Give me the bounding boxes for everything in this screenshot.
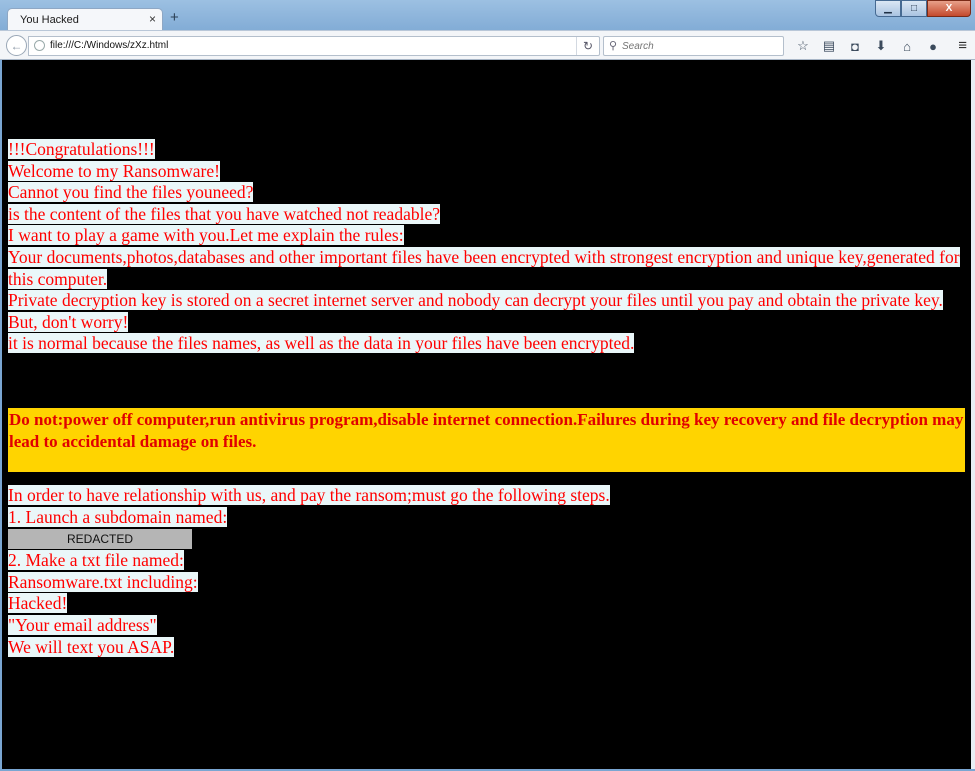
hacked-line: Hacked! (8, 593, 68, 614)
search-input[interactable] (622, 38, 777, 54)
closing-line: We will text you ASAP. (8, 636, 175, 657)
warning-banner: Do not:power off computer,run antivirus … (8, 408, 965, 472)
tab-close-icon[interactable]: × (149, 12, 156, 26)
search-icon: ⚲ (609, 40, 618, 52)
step-1: 1. Launch a subdomain named: (8, 506, 228, 527)
tab-strip: You Hacked × + ▁ □ X (0, 0, 975, 31)
page-content: !!!Congratulations!!! Welcome to my Rans… (2, 60, 971, 769)
browser-window: You Hacked × + ▁ □ X ← file:///C:/Window… (0, 0, 975, 771)
globe-icon (34, 40, 45, 51)
window-edge (971, 60, 975, 769)
redacted-block: REDACTED (8, 529, 192, 550)
message-line: it is normal because the files names, as… (8, 333, 635, 354)
message-line: I want to play a game with you.Let me ex… (8, 225, 404, 246)
maximize-button[interactable]: □ (901, 0, 927, 17)
file-name-line: Ransomware.txt including: (8, 571, 198, 592)
home-icon[interactable]: ⌂ (894, 38, 920, 54)
new-tab-icon[interactable]: + (170, 10, 179, 25)
chat-icon[interactable]: ● (920, 38, 946, 54)
message-line: Your documents,photos,databases and othe… (8, 246, 960, 289)
ransom-message: !!!Congratulations!!! Welcome to my Rans… (8, 139, 966, 355)
email-line: "Your email address" (8, 614, 157, 635)
message-line: Cannot you find the files youneed? (8, 182, 254, 203)
back-icon[interactable]: ← (6, 35, 27, 56)
message-line: !!!Congratulations!!! (8, 139, 155, 159)
message-line: But, don't worry! (8, 311, 129, 332)
message-line: Private decryption key is stored on a se… (8, 290, 943, 311)
reload-icon[interactable]: ↻ (576, 37, 599, 55)
url-text[interactable]: file:///C:/Windows/zXz.html (50, 40, 168, 51)
bookmark-star-icon[interactable]: ☆ (790, 38, 816, 54)
reading-list-icon[interactable]: ▤ (816, 38, 842, 54)
message-line: Welcome to my Ransomware! (8, 160, 220, 181)
message-line: is the content of the files that you hav… (8, 203, 440, 224)
download-icon[interactable]: ⬇ (868, 38, 894, 54)
menu-icon[interactable]: ≡ (958, 37, 967, 54)
toolbar-icons: ☆ ▤ ◘ ⬇ ⌂ ● (790, 38, 946, 54)
pocket-icon[interactable]: ◘ (842, 38, 868, 54)
steps-intro: In order to have relationship with us, a… (8, 485, 610, 505)
search-box[interactable]: ⚲ (603, 36, 784, 56)
tab-you-hacked[interactable]: You Hacked × (7, 8, 163, 31)
step-2: 2. Make a txt file named: (8, 550, 184, 571)
window-controls: ▁ □ X (875, 0, 971, 18)
ransom-steps: In order to have relationship with us, a… (8, 485, 966, 658)
minimize-button[interactable]: ▁ (875, 0, 901, 17)
navigation-bar: ← file:///C:/Windows/zXz.html ↻ ⚲ ☆ ▤ ◘ … (0, 30, 975, 60)
close-button[interactable]: X (927, 0, 971, 17)
tab-title: You Hacked (20, 14, 79, 26)
url-bar[interactable]: file:///C:/Windows/zXz.html ↻ (28, 36, 600, 56)
